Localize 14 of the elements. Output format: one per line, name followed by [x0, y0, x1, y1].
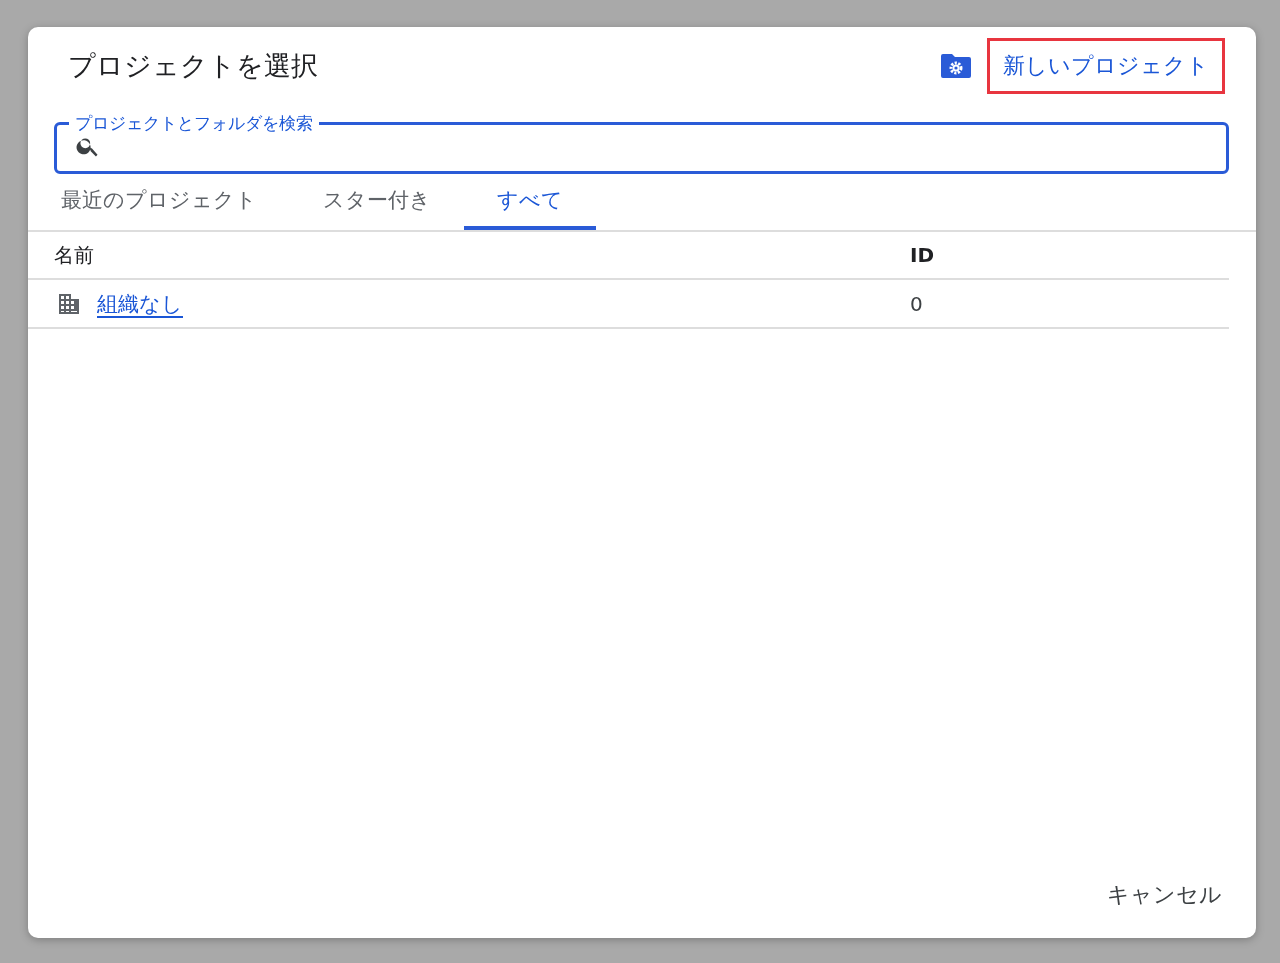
search-label: プロジェクトとフォルダを検索 — [74, 113, 314, 133]
column-header: ID — [910, 243, 935, 267]
table-cell: 0 — [910, 291, 923, 316]
tab[interactable]: 最近のプロジェクト — [28, 174, 290, 230]
search-field[interactable]: プロジェクトとフォルダを検索 — [54, 113, 1229, 174]
cancel-button[interactable]: キャンセル — [1097, 872, 1232, 918]
new-project-button[interactable]: 新しいプロジェクト — [987, 38, 1225, 94]
building-icon — [57, 291, 81, 316]
folder-gear-icon[interactable] — [939, 52, 973, 80]
column-header: 名前 — [54, 241, 94, 269]
dialog-title: プロジェクトを選択 — [68, 49, 319, 83]
organization-link[interactable]: 組織なし — [97, 289, 183, 318]
tab[interactable]: すべて — [464, 174, 596, 230]
tab[interactable]: スター付き — [290, 174, 464, 230]
